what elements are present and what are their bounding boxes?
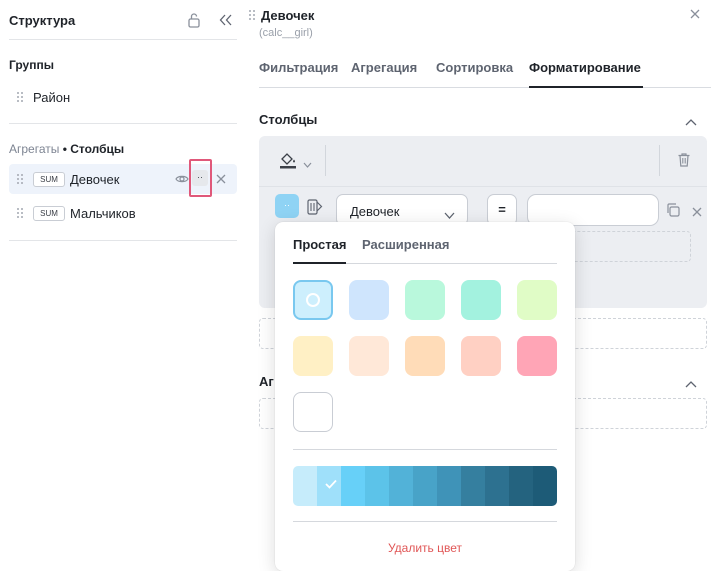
column-title: Девочек [261, 8, 315, 23]
color-swatch[interactable] [349, 280, 389, 320]
color-mode-icon[interactable] [306, 198, 324, 216]
columns-section-title: Столбцы [259, 112, 318, 127]
group-item-label: Район [33, 90, 71, 105]
color-picker-tabs: Простая Расширенная [293, 237, 557, 264]
color-picker-popup: Простая Расширенная Удалить цвет [275, 222, 575, 571]
highlight-marker [189, 159, 212, 197]
tab-formatting[interactable]: Форматирование [529, 60, 641, 75]
drag-handle-icon[interactable] [16, 173, 24, 185]
tab-sorting[interactable]: Сортировка [436, 60, 513, 75]
drag-handle-icon[interactable] [16, 207, 24, 219]
color-swatch[interactable] [405, 280, 445, 320]
tab-aggregation[interactable]: Агрегация [351, 60, 417, 75]
copy-icon[interactable] [665, 202, 681, 218]
tab-advanced[interactable]: Расширенная [362, 237, 449, 252]
drag-handle-icon[interactable] [16, 91, 24, 103]
checkmark-icon [325, 479, 337, 489]
paint-bucket-icon[interactable] [279, 151, 297, 169]
gradient-swatch[interactable] [365, 466, 389, 506]
chevron-down-icon [444, 207, 455, 219]
gradient-swatch[interactable] [437, 466, 461, 506]
aggregate-label: Мальчиков [70, 206, 136, 221]
tab-simple[interactable]: Простая [293, 237, 346, 252]
divider [9, 123, 237, 124]
color-swatch[interactable] [517, 280, 557, 320]
aggregation-badge: SUM [33, 206, 65, 221]
collapse-panel-icon[interactable] [219, 13, 233, 27]
gradient-swatch[interactable] [533, 466, 557, 506]
toolbar-divider [659, 145, 660, 176]
selected-ring-icon [306, 293, 320, 307]
groups-title: Группы [9, 58, 54, 72]
chevron-up-icon[interactable] [684, 377, 698, 388]
divider [293, 521, 557, 522]
remove-color-button[interactable]: Удалить цвет [275, 541, 575, 555]
color-swatch[interactable] [293, 392, 333, 432]
gradient-swatch[interactable] [461, 466, 485, 506]
structure-title: Структура [9, 13, 76, 28]
color-swatch[interactable] [461, 280, 501, 320]
gradient-swatch[interactable] [317, 466, 341, 506]
gradient-swatch[interactable] [509, 466, 533, 506]
color-picker-button[interactable]: ·· [275, 194, 299, 218]
drag-handle-icon[interactable] [248, 9, 256, 24]
divider [259, 186, 707, 187]
chevron-up-icon[interactable] [684, 115, 698, 126]
toolbar-divider [325, 145, 326, 176]
color-swatch[interactable] [517, 336, 557, 376]
color-swatch[interactable] [293, 336, 333, 376]
close-icon[interactable] [215, 173, 227, 185]
gradient-swatch[interactable] [485, 466, 509, 506]
close-icon[interactable] [692, 205, 702, 217]
aggregates-title: Агрегаты • Столбцы [9, 142, 125, 156]
aggregate-item[interactable]: SUM Мальчиков [9, 198, 237, 228]
structure-panel: Структура Группы Район Агрегаты • Столбц… [0, 0, 245, 571]
color-swatch[interactable] [349, 336, 389, 376]
aggregation-badge: SUM [33, 172, 65, 187]
divider [9, 39, 237, 40]
color-swatch[interactable] [405, 336, 445, 376]
color-swatch[interactable] [293, 280, 333, 320]
eye-icon[interactable] [175, 172, 189, 186]
close-icon[interactable] [689, 8, 701, 20]
lock-icon[interactable] [187, 12, 201, 28]
divider [9, 240, 237, 241]
aggregates-section-title: Аг [259, 374, 274, 389]
tab-filtering[interactable]: Фильтрация [259, 60, 338, 75]
aggregate-label: Девочек [70, 172, 120, 187]
structure-header: Структура [9, 12, 237, 30]
column-id: (calc__girl) [259, 27, 313, 39]
active-tab-indicator [293, 262, 346, 264]
settings-tabs: Фильтрация Агрегация Сортировка Форматир… [259, 60, 711, 88]
gradient-swatch[interactable] [341, 466, 365, 506]
active-tab-indicator [529, 86, 643, 88]
color-swatch[interactable] [461, 336, 501, 376]
trash-icon[interactable] [677, 152, 691, 168]
field-select-value: Девочек [350, 204, 400, 219]
gradient-swatch[interactable] [389, 466, 413, 506]
divider [293, 449, 557, 450]
gradient-swatch[interactable] [413, 466, 437, 506]
gradient-palette [293, 466, 557, 506]
chevron-down-icon[interactable] [303, 156, 312, 168]
gradient-swatch[interactable] [293, 466, 317, 506]
